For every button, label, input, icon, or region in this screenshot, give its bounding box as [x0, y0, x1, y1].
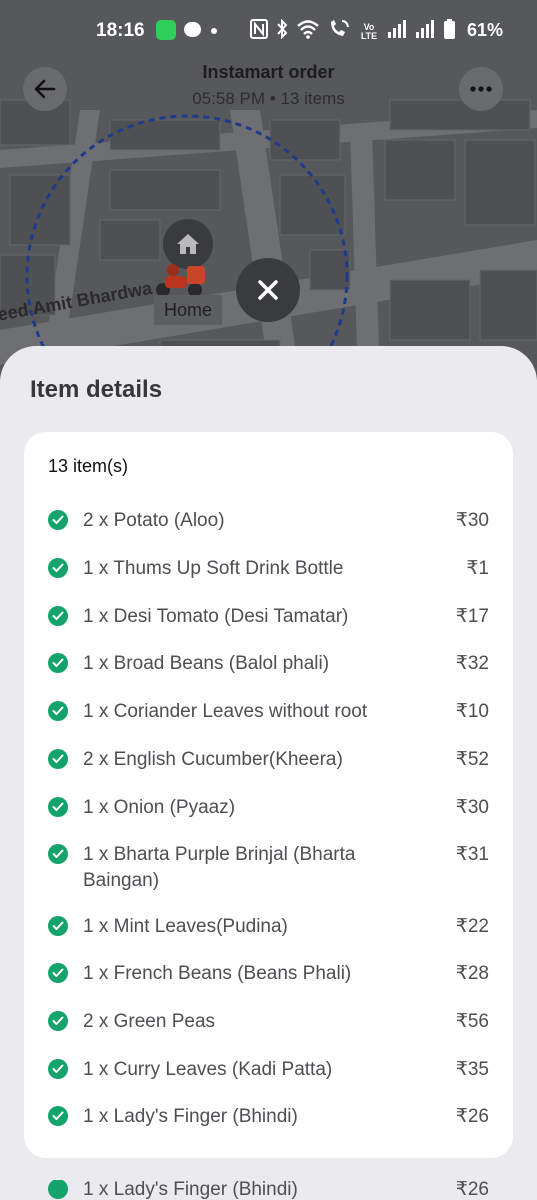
- check-circle-icon: [48, 916, 68, 936]
- close-icon: [258, 280, 278, 300]
- check-circle-icon: [48, 701, 68, 721]
- item-name: 2 x Potato (Aloo): [83, 510, 225, 531]
- close-button[interactable]: [236, 258, 300, 322]
- check-circle-icon: [48, 1180, 68, 1199]
- check-circle-icon: [48, 653, 68, 673]
- battery-percentage: 61%: [467, 20, 504, 40]
- item-price: ₹28: [455, 963, 489, 984]
- item-name: 1 x Desi Tomato (Desi Tamatar): [83, 606, 349, 627]
- volte-icon: Vo LTE: [360, 22, 378, 41]
- item-price: ₹32: [455, 653, 489, 674]
- battery-icon: [444, 19, 455, 45]
- list-item: 1 x French Beans (Beans Phali) ₹28: [24, 961, 513, 987]
- page-title: Instamart order: [202, 62, 335, 82]
- list-item: 1 x Desi Tomato (Desi Tamatar) ₹17: [24, 604, 513, 630]
- list-item: 1 x Thums Up Soft Drink Bottle ₹1: [24, 556, 513, 582]
- signal-strength-2-icon: [416, 20, 436, 44]
- list-item: 1 x Lady's Finger (Bhindi) ₹26: [24, 1104, 513, 1130]
- item-price: ₹35: [455, 1059, 489, 1080]
- item-price: ₹52: [455, 749, 489, 770]
- item-count: 13 item(s): [48, 456, 129, 476]
- check-circle-icon: [48, 844, 68, 864]
- peek-item-name: 1 x Lady's Finger (Bhindi): [83, 1180, 298, 1200]
- status-time: 18:16: [96, 20, 145, 41]
- check-circle-icon: [48, 1011, 68, 1031]
- sheet-title: Item details: [30, 376, 163, 403]
- item-price: ₹56: [455, 1011, 489, 1032]
- item-name: 1 x Coriander Leaves without root: [83, 701, 368, 722]
- item-name: 1 x Broad Beans (Balol phali): [83, 653, 330, 674]
- wifi-calling-icon: [328, 19, 350, 45]
- item-name: 1 x Onion (Pyaaz): [83, 797, 236, 818]
- item-price: ₹1: [466, 558, 489, 579]
- item-name: 1 x French Beans (Beans Phali): [83, 963, 352, 984]
- list-item: 2 x Potato (Aloo) ₹30: [24, 508, 513, 534]
- check-circle-icon: [48, 1059, 68, 1079]
- items-card: 13 item(s) 2 x Potato (Aloo) ₹30 1 x Thums…: [24, 432, 513, 1158]
- check-circle-icon: [48, 510, 68, 530]
- item-price: ₹30: [455, 510, 489, 531]
- peek-item-price: ₹26: [455, 1180, 489, 1200]
- whatsapp-icon: [156, 20, 176, 40]
- item-price: ₹10: [455, 701, 489, 722]
- signal-strength-1-icon: [388, 20, 408, 44]
- item-name: 1 x Bharta Purple Brinjal (Bharta Bainga…: [83, 844, 356, 891]
- list-item: 1 x Onion (Pyaaz) ₹30: [24, 795, 513, 821]
- item-price: ₹26: [455, 1106, 489, 1127]
- item-name: 1 x Lady's Finger (Bhindi): [83, 1106, 298, 1127]
- check-circle-icon: [48, 963, 68, 983]
- list-peek: 1 x Lady's Finger (Bhindi) ₹26: [24, 1180, 513, 1200]
- check-circle-icon: [48, 606, 68, 626]
- status-bar: 18:16 Vo LTE 61%: [0, 0, 537, 60]
- list-item: 1 x Curry Leaves (Kadi Patta) ₹35: [24, 1057, 513, 1083]
- item-name: 2 x Green Peas: [83, 1011, 216, 1032]
- order-subtitle: 05:58 PM • 13 items: [192, 89, 345, 108]
- item-name: 1 x Thums Up Soft Drink Bottle: [83, 558, 344, 579]
- list-item: 1 x Mint Leaves(Pudina) ₹22: [24, 914, 513, 940]
- item-price: ₹30: [455, 797, 489, 818]
- list-item: 2 x English Cucumber(Kheera) ₹52: [24, 747, 513, 773]
- check-circle-icon: [48, 1106, 68, 1126]
- item-details-sheet[interactable]: Item details 13 item(s) 2 x Potato (Aloo…: [0, 346, 537, 1200]
- check-circle-icon: [48, 797, 68, 817]
- nfc-icon: [250, 19, 268, 45]
- more-notifications-icon: [211, 28, 217, 34]
- list-item: 1 x Broad Beans (Balol phali) ₹32: [24, 651, 513, 677]
- check-circle-icon: [48, 558, 68, 578]
- more-options-button[interactable]: [459, 67, 503, 111]
- item-price: ₹31: [455, 844, 489, 865]
- more-dots-icon: [470, 86, 492, 92]
- chat-notification-icon: [184, 22, 201, 37]
- list-item: 1 x Bharta Purple Brinjal (Bharta Bainga…: [24, 842, 513, 894]
- item-name: 2 x English Cucumber(Kheera): [83, 749, 343, 770]
- item-price: ₹17: [455, 606, 489, 627]
- list-item: 2 x Green Peas ₹56: [24, 1009, 513, 1035]
- home-label: Home: [154, 295, 222, 325]
- bluetooth-icon: [276, 18, 288, 45]
- item-price: ₹22: [455, 916, 489, 937]
- list-item: 1 x Coriander Leaves without root ₹10: [24, 699, 513, 725]
- check-circle-icon: [48, 749, 68, 769]
- item-name: 1 x Curry Leaves (Kadi Patta): [83, 1059, 333, 1080]
- item-name: 1 x Mint Leaves(Pudina): [83, 916, 288, 937]
- wifi-icon: [296, 19, 320, 45]
